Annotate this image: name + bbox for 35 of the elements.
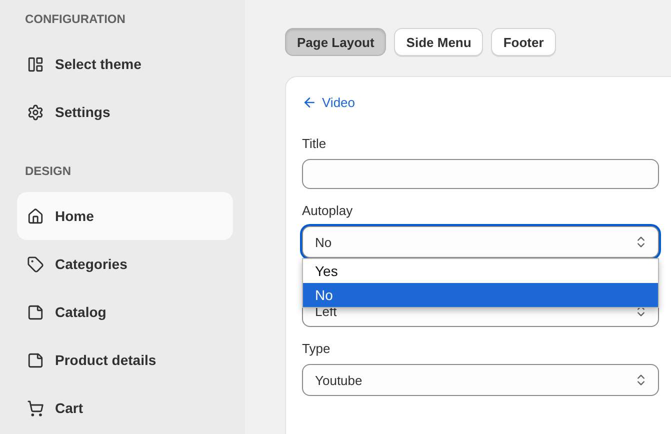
field-label: Type — [302, 341, 332, 357]
nav-icon — [27, 208, 44, 224]
nav-label: Categories — [55, 256, 128, 272]
nav-item[interactable]: Cart — [17, 384, 233, 432]
nav-label: Cart — [55, 400, 84, 416]
section-heading: CONFIGURATION — [24, 12, 126, 28]
field-label: Title — [302, 136, 328, 152]
nav-icon — [27, 352, 44, 368]
nav-item[interactable]: Categories — [17, 240, 233, 288]
nav-item[interactable]: Home — [17, 192, 233, 240]
nav-item[interactable]: Catalog — [17, 288, 233, 336]
nav-icon — [27, 256, 44, 272]
text-field[interactable] — [302, 159, 659, 189]
nav-item[interactable]: Product details — [17, 336, 233, 384]
tab[interactable]: Footer — [491, 28, 556, 56]
tab[interactable]: Side Menu — [394, 28, 484, 56]
back-link[interactable]: Video — [302, 95, 356, 110]
nav-icon — [27, 304, 44, 320]
nav-label: Catalog — [55, 304, 106, 320]
nav-label: Settings — [55, 104, 110, 120]
nav-label: Home — [55, 208, 94, 224]
section-heading: DESIGN — [24, 164, 72, 180]
dropdown-option[interactable]: No — [303, 283, 658, 307]
nav-label: Select theme — [55, 56, 142, 72]
nav-icon — [27, 400, 44, 416]
tab[interactable]: Page Layout — [285, 28, 386, 56]
nav-item[interactable]: Select theme — [17, 40, 233, 88]
nav-item[interactable]: Settings — [17, 88, 233, 136]
select-field[interactable]: No — [302, 226, 659, 258]
dropdown-option[interactable]: Yes — [303, 259, 658, 283]
field-label: Autoplay — [302, 203, 354, 219]
select-field[interactable]: Youtube — [302, 364, 659, 396]
nav-label: Product details — [55, 352, 156, 368]
nav-icon — [27, 104, 44, 120]
nav-icon — [27, 56, 44, 72]
